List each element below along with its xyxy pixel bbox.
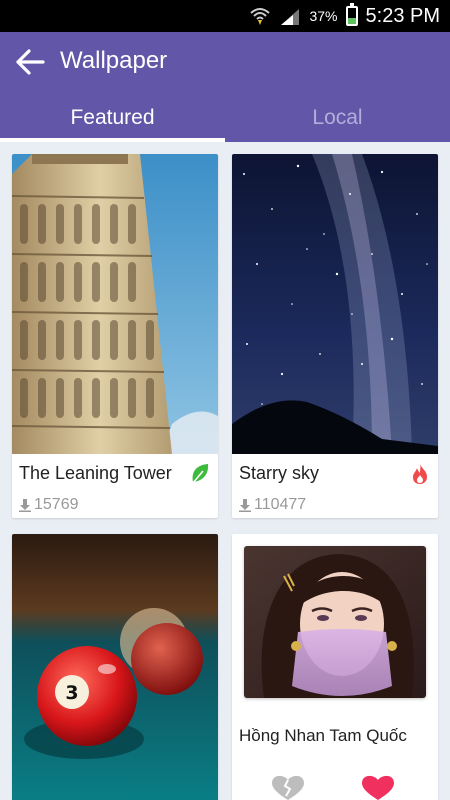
download-icon [239,498,251,512]
status-bar: 37% 5:23 PM [0,0,450,32]
wallpaper-thumbnail[interactable] [12,154,218,454]
back-button[interactable] [12,44,48,80]
arrow-left-icon [16,49,45,75]
wallpaper-card[interactable]: Hồng Nhan Tam Quốc [232,534,438,800]
page-title: Wallpaper [60,47,168,74]
tab-bar: Featured Local [0,98,450,142]
clock: 5:23 PM [365,4,440,27]
wallpaper-grid: The Leaning Tower 15769 Starry sky 11047… [0,142,450,800]
download-count-value: 15769 [34,496,79,513]
wallpaper-thumbnail[interactable] [232,154,438,454]
app-bar: Wallpaper Featured Local [0,32,450,142]
svg-text:3: 3 [65,682,78,704]
wallpaper-title: Hồng Nhan Tam Quốc [239,726,407,745]
signal-icon [281,9,300,25]
wifi-icon [250,8,271,25]
tab-featured[interactable]: Featured [0,98,225,142]
wallpaper-card[interactable]: The Leaning Tower 15769 [12,154,218,518]
download-count: 15769 [19,496,79,514]
battery-level [347,18,356,24]
wallpaper-title: The Leaning Tower [19,463,172,483]
wallpaper-thumbnail[interactable] [244,546,426,698]
wallpaper-title: Starry sky [239,463,320,483]
wallpaper-card[interactable]: Starry sky 110477 [232,154,438,518]
wallpaper-thumbnail[interactable]: 3 [12,534,218,800]
download-icon [19,498,31,512]
broken-heart-icon[interactable] [270,774,306,800]
status-icons: 37% 5:23 PM [249,0,440,32]
download-count: 110477 [239,496,306,514]
download-count-value: 110477 [254,496,307,513]
card-actions [232,770,438,800]
battery-percent: 37% [309,8,338,24]
fire-icon [413,464,427,484]
leaf-icon [192,464,209,484]
battery-icon [345,3,358,26]
heart-icon[interactable] [360,774,396,800]
tab-local[interactable]: Local [225,98,450,142]
wallpaper-card[interactable]: 3 [12,534,218,800]
